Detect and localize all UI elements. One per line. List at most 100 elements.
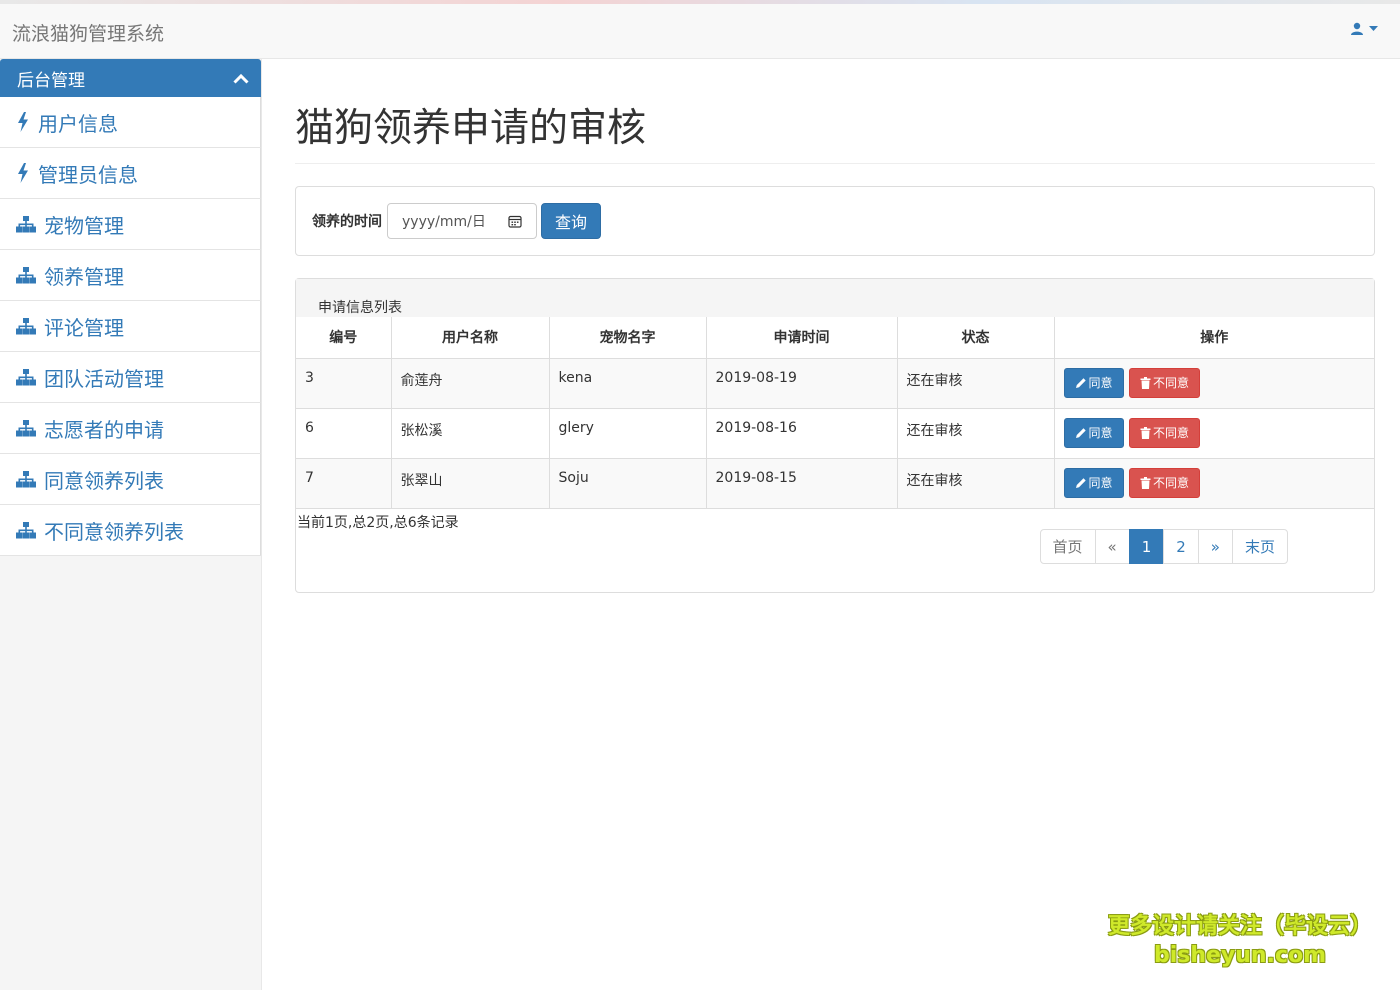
table-header-row: 编号 用户名称 宠物名字 申请时间 状态 操作 [296,317,1374,359]
sidebar-item-label: 志愿者的申请 [44,417,164,442]
cell-status: 还在审核 [896,407,1055,459]
trash-icon [1140,426,1151,439]
col-actions-header: 操作 [1053,317,1374,359]
watermark-line1: 更多设计请关注（毕设云） [1107,914,1372,939]
table-row: 6 张松溪 glery 2019-08-16 还在审核 同意 不同意 [296,407,1374,459]
trash-icon [1140,476,1151,489]
disagree-label: 不同意 [1152,476,1189,490]
cell-date: 2019-08-19 [705,357,898,409]
cell-status: 还在审核 [896,357,1055,409]
disagree-button[interactable]: 不同意 [1128,367,1200,398]
main-content: 猫狗领养申请的审核 领养的时间 yyyy/mm/日 查询 申请信息列表 编号 用… [295,59,1375,593]
top-navbar: 流浪猫狗管理系统 [0,4,1400,59]
adopt-date-input[interactable]: yyyy/mm/日 [387,203,537,239]
table-row: 7 张翠山 Soju 2019-08-15 还在审核 同意 不同意 [296,457,1374,509]
page-title: 猫狗领养申请的审核 [295,97,1375,164]
disagree-button[interactable]: 不同意 [1128,417,1200,448]
bolt-icon [18,163,28,183]
disagree-button[interactable]: 不同意 [1128,467,1200,498]
application-list-panel: 申请信息列表 编号 用户名称 宠物名字 申请时间 状态 操作 3 俞莲舟 kena 2… [295,278,1375,593]
sidebar-item-label: 宠物管理 [44,213,124,238]
sidebar-item-label: 评论管理 [44,315,124,340]
sidebar-item-label: 团队活动管理 [44,366,164,391]
cell-date: 2019-08-15 [705,457,898,509]
agree-button[interactable]: 同意 [1063,467,1124,498]
cell-id: 7 [296,457,392,509]
sidebar-item-label: 用户信息 [38,111,118,136]
page-2[interactable]: 2 [1163,529,1199,564]
sidebar-item-label: 领养管理 [44,264,124,289]
cell-actions: 同意 不同意 [1053,457,1374,509]
adopt-time-label: 领养的时间 [312,214,382,230]
cell-id: 3 [296,357,392,409]
cell-user: 张松溪 [390,407,550,459]
sidebar-item-4[interactable]: 评论管理 [0,301,261,352]
sidebar-item-6[interactable]: 志愿者的申请 [0,403,261,454]
chevron-up-icon [233,73,249,84]
agree-button[interactable]: 同意 [1063,417,1124,448]
sidebar-item-3[interactable]: 领养管理 [0,250,261,301]
sidebar-item-0[interactable]: 用户信息 [0,97,261,148]
cell-pet: kena [548,357,707,409]
page-prev[interactable]: « [1094,529,1130,564]
agree-label: 同意 [1088,376,1113,390]
search-button[interactable]: 查询 [541,203,602,239]
col-id-header: 编号 [296,317,392,359]
sitemap-icon [16,368,36,385]
sidebar-item-7[interactable]: 同意领养列表 [0,454,261,505]
cell-user: 张翠山 [390,457,550,509]
sitemap-icon [16,317,36,334]
page-first[interactable]: 首页 [1039,529,1096,564]
sidebar-item-label: 管理员信息 [38,162,138,187]
sidebar-item-2[interactable]: 宠物管理 [0,199,261,250]
agree-label: 同意 [1088,426,1113,440]
sidebar-item-8[interactable]: 不同意领养列表 [0,505,261,556]
panel-heading: 申请信息列表 [296,279,1374,317]
user-menu[interactable] [1350,22,1378,36]
sidebar-item-5[interactable]: 团队活动管理 [0,352,261,403]
page-next[interactable]: » [1197,529,1233,564]
sidebar-header-backend[interactable]: 后台管理 [0,59,261,97]
bolt-icon [18,112,28,132]
cell-actions: 同意 不同意 [1053,407,1374,459]
watermark: 更多设计请关注（毕设云） bisheyun.com [1108,912,1372,970]
cell-pet: Soju [548,457,707,509]
date-placeholder: yyyy/mm/日 [402,214,486,230]
sitemap-icon [16,470,36,487]
col-user-header: 用户名称 [390,317,550,359]
agree-label: 同意 [1088,476,1113,490]
pencil-icon [1075,427,1086,438]
watermark-line2: bisheyun.com [1153,943,1327,968]
sitemap-icon [16,419,36,436]
disagree-label: 不同意 [1152,426,1189,440]
sidebar-item-1[interactable]: 管理员信息 [0,148,261,199]
sidebar-menu: 用户信息管理员信息宠物管理领养管理评论管理团队活动管理 志愿者的申请 同意领养列表不… [0,97,261,556]
application-table: 编号 用户名称 宠物名字 申请时间 状态 操作 3 俞莲舟 kena 2019-08-… [296,317,1374,509]
cell-status: 还在审核 [896,457,1055,509]
col-date-header: 申请时间 [705,317,898,359]
page-1[interactable]: 1 [1128,529,1165,564]
sitemap-icon [16,266,36,283]
disagree-label: 不同意 [1152,376,1189,390]
sidebar-item-label: 同意领养列表 [44,468,164,493]
pencil-icon [1075,377,1086,388]
pencil-icon [1075,477,1086,488]
caret-down-icon [1369,26,1378,31]
pagination: 首页 « 1 2 » 末页 [1039,529,1288,564]
sidebar: 后台管理 用户信息管理员信息宠物管理领养管理评论管理团队活动管理 志愿者的申请 同意… [0,59,262,990]
agree-button[interactable]: 同意 [1063,367,1124,398]
cell-actions: 同意 不同意 [1053,357,1374,409]
table-row: 3 俞莲舟 kena 2019-08-19 还在审核 同意 不同意 [296,357,1374,409]
cell-user: 俞莲舟 [390,357,550,409]
sitemap-icon [16,521,36,538]
col-status-header: 状态 [896,317,1055,359]
page-last[interactable]: 末页 [1231,529,1288,564]
cell-pet: glery [548,407,707,459]
cell-id: 6 [296,407,392,459]
app-title: 流浪猫狗管理系统 [12,23,165,45]
sidebar-header-label: 后台管理 [17,70,85,91]
sidebar-item-label: 不同意领养列表 [44,519,184,544]
user-icon [1351,22,1363,35]
col-pet-header: 宠物名字 [548,317,707,359]
trash-icon [1140,376,1151,389]
